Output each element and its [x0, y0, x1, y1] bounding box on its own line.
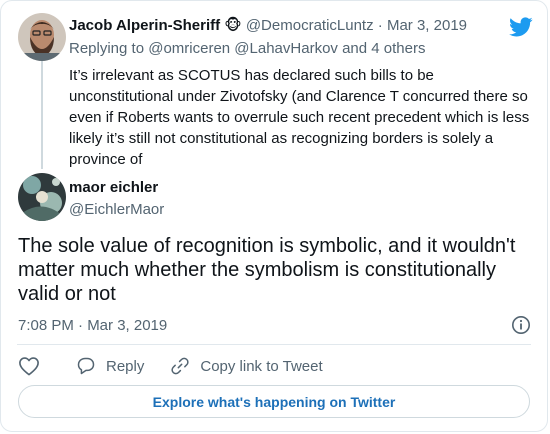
replying-to-line: Replying to @omriceren @LahavHarkov and … [69, 40, 425, 57]
replying-prefix: Replying to [69, 40, 145, 57]
reply-tweet-header: Jacob Alperin-Sheriff 🐵 @DemocraticLuntz… [69, 16, 467, 34]
reply-button-label: Reply [106, 357, 145, 375]
actions-divider [17, 344, 531, 345]
copy-link-label: Copy link to Tweet [200, 357, 323, 375]
reply-author-handle[interactable]: @DemocraticLuntz [246, 17, 374, 34]
main-author-handle[interactable]: @EichlerMaor [69, 201, 164, 218]
header-separator: · [377, 17, 383, 34]
like-button[interactable] [18, 356, 50, 376]
tweet-timestamp[interactable]: 7:08 PM · Mar 3, 2019 [18, 317, 167, 334]
twitter-logo-icon[interactable] [509, 15, 533, 39]
reply-author-emoji: 🐵 [224, 17, 242, 34]
avatar-jacob[interactable] [18, 13, 66, 61]
reply-bubble-icon [77, 357, 95, 375]
tweet-embed-card: Jacob Alperin-Sheriff 🐵 @DemocraticLuntz… [0, 0, 548, 432]
reply-date-link[interactable]: Mar 3, 2019 [387, 17, 467, 34]
thread-connector-line [41, 61, 43, 169]
info-icon[interactable] [511, 315, 531, 335]
heart-icon [19, 357, 39, 376]
tweet-actions: Reply Copy link to Tweet [18, 354, 349, 378]
replying-to-users[interactable]: @omriceren @LahavHarkov and 4 others [148, 40, 425, 57]
link-icon [171, 357, 189, 375]
explore-twitter-button[interactable]: Explore what's happening on Twitter [18, 385, 530, 418]
main-author-name[interactable]: maor eichler [69, 179, 158, 196]
main-tweet-text: The sole value of recognition is symboli… [18, 235, 516, 305]
copy-link-button[interactable]: Copy link to Tweet [170, 356, 323, 376]
avatar-maor[interactable] [18, 173, 66, 221]
reply-button[interactable]: Reply [76, 356, 144, 376]
reply-tweet-text: It’s irrelevant as SCOTUS has declared s… [69, 67, 530, 168]
reply-author-name[interactable]: Jacob Alperin-Sheriff [69, 17, 220, 34]
